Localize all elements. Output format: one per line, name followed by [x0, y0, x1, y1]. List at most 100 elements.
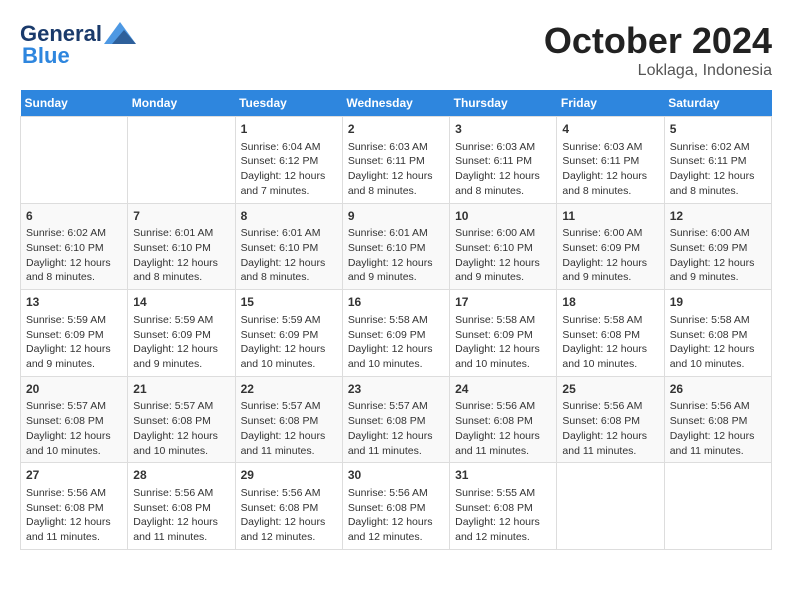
- calendar-header: SundayMondayTuesdayWednesdayThursdayFrid…: [21, 90, 772, 117]
- day-number: 6: [26, 208, 122, 225]
- month-title: October 2024: [544, 20, 772, 62]
- day-info: Sunrise: 5:58 AMSunset: 6:09 PMDaylight:…: [455, 313, 551, 372]
- day-number: 26: [670, 381, 766, 398]
- calendar-cell: 5 Sunrise: 6:02 AMSunset: 6:11 PMDaylight…: [664, 117, 771, 204]
- day-info: Sunrise: 6:01 AMSunset: 6:10 PMDaylight:…: [133, 226, 229, 285]
- day-info: Sunrise: 6:03 AMSunset: 6:11 PMDaylight:…: [455, 140, 551, 199]
- day-info: Sunrise: 5:56 AMSunset: 6:08 PMDaylight:…: [26, 486, 122, 545]
- weekday-header: Thursday: [450, 90, 557, 117]
- day-info: Sunrise: 6:01 AMSunset: 6:10 PMDaylight:…: [348, 226, 444, 285]
- calendar-cell: 12Sunrise: 6:00 AMSunset: 6:09 PMDayligh…: [664, 203, 771, 290]
- day-number: 4: [562, 121, 658, 138]
- logo-icon: [104, 22, 136, 49]
- weekday-header: Sunday: [21, 90, 128, 117]
- calendar-cell: 3 Sunrise: 6:03 AMSunset: 6:11 PMDaylight…: [450, 117, 557, 204]
- day-info: Sunrise: 5:58 AMSunset: 6:08 PMDaylight:…: [562, 313, 658, 372]
- day-number: 14: [133, 294, 229, 311]
- day-number: 20: [26, 381, 122, 398]
- day-info: Sunrise: 5:58 AMSunset: 6:09 PMDaylight:…: [348, 313, 444, 372]
- day-number: 3: [455, 121, 551, 138]
- calendar-cell: 30Sunrise: 5:56 AMSunset: 6:08 PMDayligh…: [342, 463, 449, 550]
- day-number: 25: [562, 381, 658, 398]
- calendar-cell: 4 Sunrise: 6:03 AMSunset: 6:11 PMDaylight…: [557, 117, 664, 204]
- day-number: 5: [670, 121, 766, 138]
- day-info: Sunrise: 6:00 AMSunset: 6:09 PMDaylight:…: [670, 226, 766, 285]
- calendar-body: 1 Sunrise: 6:04 AMSunset: 6:12 PMDaylight…: [21, 117, 772, 550]
- day-number: 21: [133, 381, 229, 398]
- calendar-cell: 7Sunrise: 6:01 AMSunset: 6:10 PMDaylight…: [128, 203, 235, 290]
- day-number: 27: [26, 467, 122, 484]
- day-number: 30: [348, 467, 444, 484]
- calendar-cell: [128, 117, 235, 204]
- calendar-cell: 29Sunrise: 5:56 AMSunset: 6:08 PMDayligh…: [235, 463, 342, 550]
- day-number: 7: [133, 208, 229, 225]
- day-info: Sunrise: 6:03 AMSunset: 6:11 PMDaylight:…: [348, 140, 444, 199]
- day-info: Sunrise: 6:03 AMSunset: 6:11 PMDaylight:…: [562, 140, 658, 199]
- weekday-header: Tuesday: [235, 90, 342, 117]
- logo: General Blue: [20, 20, 136, 69]
- day-info: Sunrise: 6:04 AMSunset: 6:12 PMDaylight:…: [241, 140, 337, 199]
- calendar-cell: 8Sunrise: 6:01 AMSunset: 6:10 PMDaylight…: [235, 203, 342, 290]
- day-info: Sunrise: 5:56 AMSunset: 6:08 PMDaylight:…: [562, 399, 658, 458]
- calendar-cell: 31Sunrise: 5:55 AMSunset: 6:08 PMDayligh…: [450, 463, 557, 550]
- day-info: Sunrise: 6:02 AMSunset: 6:11 PMDaylight:…: [670, 140, 766, 199]
- calendar-cell: [557, 463, 664, 550]
- calendar-cell: 23Sunrise: 5:57 AMSunset: 6:08 PMDayligh…: [342, 376, 449, 463]
- calendar-cell: 19Sunrise: 5:58 AMSunset: 6:08 PMDayligh…: [664, 290, 771, 377]
- day-number: 31: [455, 467, 551, 484]
- day-info: Sunrise: 6:01 AMSunset: 6:10 PMDaylight:…: [241, 226, 337, 285]
- day-number: 29: [241, 467, 337, 484]
- day-number: 23: [348, 381, 444, 398]
- day-number: 10: [455, 208, 551, 225]
- calendar-cell: 9Sunrise: 6:01 AMSunset: 6:10 PMDaylight…: [342, 203, 449, 290]
- day-number: 12: [670, 208, 766, 225]
- weekday-header: Wednesday: [342, 90, 449, 117]
- day-info: Sunrise: 5:59 AMSunset: 6:09 PMDaylight:…: [26, 313, 122, 372]
- day-number: 24: [455, 381, 551, 398]
- calendar-week-row: 13 Sunrise: 5:59 AMSunset: 6:09 PMDayligh…: [21, 290, 772, 377]
- day-info: Sunrise: 5:56 AMSunset: 6:08 PMDaylight:…: [670, 399, 766, 458]
- calendar-cell: 2 Sunrise: 6:03 AMSunset: 6:11 PMDaylight…: [342, 117, 449, 204]
- calendar-cell: 28Sunrise: 5:56 AMSunset: 6:08 PMDayligh…: [128, 463, 235, 550]
- day-info: Sunrise: 5:57 AMSunset: 6:08 PMDaylight:…: [26, 399, 122, 458]
- logo-subtext: Blue: [20, 43, 70, 69]
- day-number: 17: [455, 294, 551, 311]
- weekday-header: Monday: [128, 90, 235, 117]
- calendar-week-row: 6Sunrise: 6:02 AMSunset: 6:10 PMDaylight…: [21, 203, 772, 290]
- calendar-cell: 17 Sunrise: 5:58 AMSunset: 6:09 PMDayligh…: [450, 290, 557, 377]
- calendar-cell: 1 Sunrise: 6:04 AMSunset: 6:12 PMDaylight…: [235, 117, 342, 204]
- calendar-cell: 25Sunrise: 5:56 AMSunset: 6:08 PMDayligh…: [557, 376, 664, 463]
- calendar-cell: 26Sunrise: 5:56 AMSunset: 6:08 PMDayligh…: [664, 376, 771, 463]
- calendar-cell: 22Sunrise: 5:57 AMSunset: 6:08 PMDayligh…: [235, 376, 342, 463]
- calendar-cell: [664, 463, 771, 550]
- day-info: Sunrise: 5:59 AMSunset: 6:09 PMDaylight:…: [133, 313, 229, 372]
- day-number: 1: [241, 121, 337, 138]
- calendar-cell: 15Sunrise: 5:59 AMSunset: 6:09 PMDayligh…: [235, 290, 342, 377]
- day-number: 11: [562, 208, 658, 225]
- title-block: October 2024 Loklaga, Indonesia: [544, 20, 772, 80]
- weekday-header: Friday: [557, 90, 664, 117]
- calendar-cell: 20Sunrise: 5:57 AMSunset: 6:08 PMDayligh…: [21, 376, 128, 463]
- calendar-cell: 21Sunrise: 5:57 AMSunset: 6:08 PMDayligh…: [128, 376, 235, 463]
- weekday-row: SundayMondayTuesdayWednesdayThursdayFrid…: [21, 90, 772, 117]
- calendar-week-row: 20Sunrise: 5:57 AMSunset: 6:08 PMDayligh…: [21, 376, 772, 463]
- day-number: 9: [348, 208, 444, 225]
- calendar-cell: 18 Sunrise: 5:58 AMSunset: 6:08 PMDayligh…: [557, 290, 664, 377]
- day-info: Sunrise: 5:58 AMSunset: 6:08 PMDaylight:…: [670, 313, 766, 372]
- day-number: 13: [26, 294, 122, 311]
- day-info: Sunrise: 5:57 AMSunset: 6:08 PMDaylight:…: [133, 399, 229, 458]
- weekday-header: Saturday: [664, 90, 771, 117]
- day-number: 22: [241, 381, 337, 398]
- calendar-cell: 13 Sunrise: 5:59 AMSunset: 6:09 PMDayligh…: [21, 290, 128, 377]
- day-info: Sunrise: 6:00 AMSunset: 6:10 PMDaylight:…: [455, 226, 551, 285]
- day-info: Sunrise: 5:56 AMSunset: 6:08 PMDaylight:…: [455, 399, 551, 458]
- day-number: 18: [562, 294, 658, 311]
- day-number: 16: [348, 294, 444, 311]
- calendar-cell: 14 Sunrise: 5:59 AMSunset: 6:09 PMDayligh…: [128, 290, 235, 377]
- page-header: General Blue October 2024 Loklaga, Indon…: [20, 20, 772, 80]
- day-number: 28: [133, 467, 229, 484]
- day-info: Sunrise: 5:57 AMSunset: 6:08 PMDaylight:…: [348, 399, 444, 458]
- calendar-week-row: 1 Sunrise: 6:04 AMSunset: 6:12 PMDaylight…: [21, 117, 772, 204]
- calendar-cell: 24Sunrise: 5:56 AMSunset: 6:08 PMDayligh…: [450, 376, 557, 463]
- day-number: 2: [348, 121, 444, 138]
